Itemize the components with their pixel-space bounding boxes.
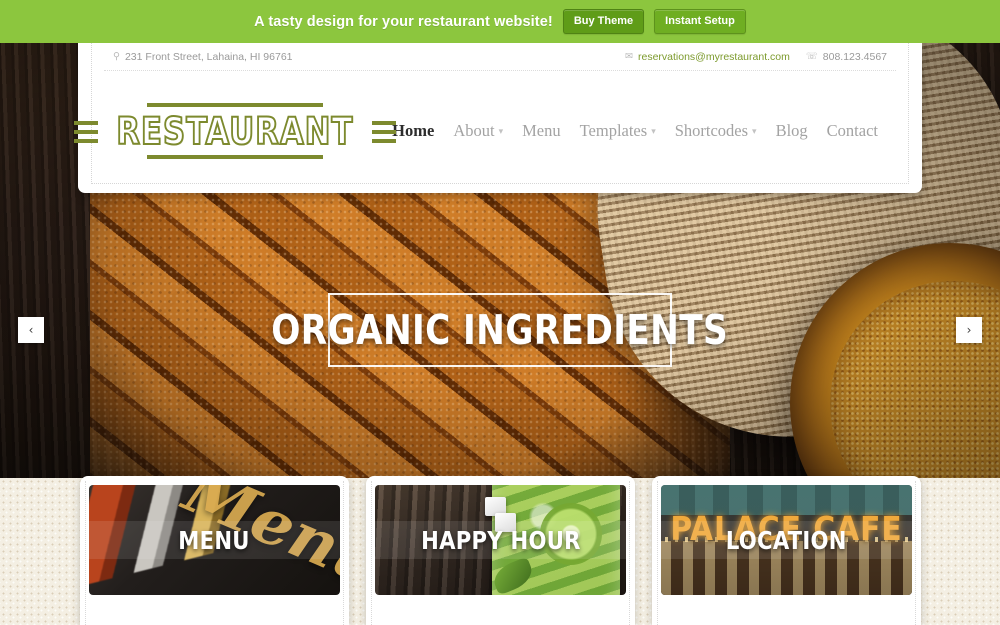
- feature-card-menu[interactable]: Menu MENU: [80, 476, 349, 625]
- logo-dash-right: [371, 120, 396, 143]
- nav-item-contact[interactable]: Contact: [827, 121, 878, 141]
- nav-item-menu-label: Menu: [522, 121, 561, 140]
- logo-middle-row: RESTAURANT: [74, 110, 396, 153]
- nav-item-contact-label: Contact: [826, 121, 878, 140]
- buy-theme-button[interactable]: Buy Theme: [562, 8, 645, 35]
- header-phone: ☏ 808.123.4567: [806, 51, 887, 63]
- logo-rule-bottom: [147, 155, 323, 159]
- envelope-icon: ✉: [625, 51, 633, 62]
- contact-bar: ⚲ 231 Front Street, Lahaina, HI 96761 ✉ …: [104, 43, 896, 71]
- promo-bar: A tasty design for your restaurant websi…: [0, 0, 1000, 43]
- chevron-down-icon: ▾: [752, 125, 757, 136]
- nav-item-home[interactable]: Home: [392, 121, 434, 141]
- chevron-down-icon: ▾: [651, 125, 656, 136]
- nav-item-templates[interactable]: Templates ▾: [580, 121, 656, 141]
- feature-label-location: LOCATION: [726, 525, 847, 555]
- instant-setup-button[interactable]: Instant Setup: [654, 8, 746, 35]
- header-address: ⚲ 231 Front Street, Lahaina, HI 96761: [113, 51, 293, 63]
- header-email-link[interactable]: reservations@myrestaurant.com: [638, 51, 790, 63]
- logo-dash-left: [74, 120, 99, 143]
- feature-thumb-location[interactable]: PALACE CAFE LOCATION: [661, 485, 912, 595]
- nav-item-about[interactable]: About ▾: [453, 121, 503, 141]
- nav-item-about-label: About: [453, 121, 495, 140]
- chevron-down-icon: ▾: [498, 125, 504, 136]
- site-logo-text: RESTAURANT: [115, 110, 354, 153]
- hero-caption-box: ORGANIC INGREDIENTS: [272, 293, 728, 367]
- header-main-row: RESTAURANT Home About ▾ Menu Templates ▾…: [74, 71, 904, 191]
- promo-message: A tasty design for your restaurant websi…: [254, 13, 553, 30]
- feature-label-happy-hour: HAPPY HOUR: [420, 525, 581, 555]
- feature-thumb-menu[interactable]: Menu MENU: [89, 485, 340, 595]
- feature-card-location[interactable]: PALACE CAFE LOCATION: [652, 476, 921, 625]
- nav-item-shortcodes[interactable]: Shortcodes ▾: [675, 121, 757, 141]
- map-pin-icon: ⚲: [113, 51, 120, 62]
- header-email[interactable]: ✉ reservations@myrestaurant.com: [625, 51, 790, 63]
- hero-slide-title: ORGANIC INGREDIENTS: [271, 306, 729, 354]
- nav-item-templates-label: Templates: [579, 121, 648, 140]
- site-header: ⚲ 231 Front Street, Lahaina, HI 96761 ✉ …: [74, 43, 922, 193]
- nav-item-shortcodes-label: Shortcodes: [674, 121, 749, 140]
- feature-thumb-happy-hour[interactable]: HAPPY HOUR: [375, 485, 626, 595]
- site-logo[interactable]: RESTAURANT: [74, 93, 396, 169]
- nav-item-menu[interactable]: Menu: [522, 121, 561, 141]
- slider-next-arrow-icon[interactable]: ›: [956, 317, 982, 343]
- phone-icon: ☏: [805, 51, 818, 62]
- header-phone-value: 808.123.4567: [822, 50, 887, 63]
- slider-prev-arrow-icon[interactable]: ‹: [18, 317, 44, 343]
- main-navigation: Home About ▾ Menu Templates ▾ Shortcodes…: [392, 121, 878, 141]
- logo-rule-top: [147, 103, 323, 107]
- header-address-value: 231 Front Street, Lahaina, HI 96761: [124, 50, 293, 63]
- nav-item-blog-label: Blog: [775, 121, 808, 140]
- nav-item-home-label: Home: [392, 121, 435, 140]
- feature-card-happy-hour[interactable]: HAPPY HOUR: [366, 476, 635, 625]
- nav-item-blog[interactable]: Blog: [776, 121, 808, 141]
- feature-label-menu: MENU: [178, 525, 251, 555]
